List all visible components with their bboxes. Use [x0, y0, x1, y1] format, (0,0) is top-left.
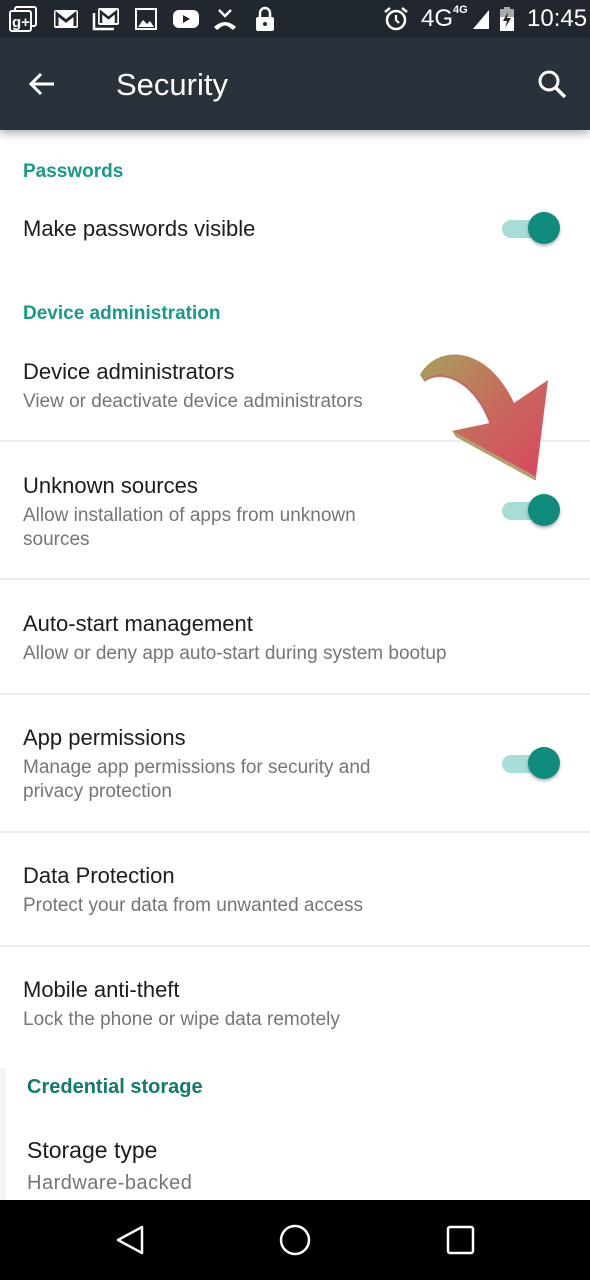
- search-icon: [538, 70, 567, 99]
- gmail-stack-icon: [92, 6, 120, 32]
- network-type-label: 4G4G: [421, 4, 468, 32]
- nav-back-icon: [116, 1225, 144, 1255]
- item-title: Device administrators: [23, 359, 235, 384]
- nav-back-button[interactable]: [112, 1220, 152, 1260]
- setting-auto-start-management[interactable]: Auto-start management Allow or deny app …: [0, 580, 590, 693]
- back-button[interactable]: [26, 68, 58, 100]
- item-subtitle: Hardware-backed: [27, 1172, 193, 1194]
- item-subtitle: Protect your data from unwanted access: [23, 895, 364, 916]
- setting-data-protection[interactable]: Data Protection Protect your data from u…: [0, 833, 590, 946]
- image-icon: [135, 6, 157, 32]
- item-subtitle: View or deactivate device administrators: [23, 391, 363, 412]
- clock: 10:45: [527, 5, 588, 32]
- item-title: Data Protection: [23, 863, 175, 888]
- arrow-back-icon: [28, 72, 54, 96]
- setting-app-permissions[interactable]: App permissions Manage app permissions f…: [0, 695, 590, 831]
- toggle-thumb: [528, 494, 560, 526]
- item-subtitle: Allow or deny app auto-start during syst…: [23, 643, 447, 664]
- lock-icon: [255, 6, 275, 32]
- google-plus-icon: g+: [8, 6, 38, 32]
- make-passwords-visible-toggle[interactable]: [502, 209, 560, 247]
- navigation-bar: [0, 1200, 590, 1280]
- item-title: Make passwords visible: [23, 216, 256, 241]
- nav-recents-icon: [446, 1225, 475, 1255]
- section-header-device-administration: Device administration: [23, 303, 221, 324]
- setting-storage-type[interactable]: Storage type Hardware-backed: [0, 1120, 590, 1200]
- app-permissions-toggle[interactable]: [502, 744, 560, 782]
- toggle-thumb: [528, 212, 560, 244]
- status-bar: g+ 4G4G 10:45: [0, 0, 590, 38]
- setting-make-passwords-visible[interactable]: Make passwords visible: [0, 190, 590, 270]
- youtube-icon: [172, 6, 200, 32]
- section-header-credential-storage: Credential storage: [27, 1076, 203, 1098]
- nav-home-icon: [279, 1224, 311, 1256]
- item-title: App permissions: [23, 725, 186, 750]
- signal-icon: [472, 6, 490, 32]
- nav-recents-button[interactable]: [441, 1220, 481, 1260]
- item-title: Unknown sources: [23, 473, 198, 498]
- svg-text:g+: g+: [12, 14, 30, 31]
- item-title: Storage type: [27, 1137, 158, 1163]
- item-subtitle: Manage app permissions for security and …: [23, 757, 371, 802]
- nav-home-button[interactable]: [275, 1220, 315, 1260]
- alarm-icon: [383, 6, 409, 32]
- unknown-sources-toggle[interactable]: [502, 491, 560, 529]
- settings-list[interactable]: Passwords Make passwords visible Device …: [0, 130, 590, 1200]
- section-header-passwords: Passwords: [23, 161, 124, 182]
- curved-arrow-icon: [416, 345, 552, 481]
- toggle-thumb: [528, 747, 560, 779]
- missed-call-icon: [212, 6, 238, 32]
- item-title: Mobile anti-theft: [23, 977, 180, 1002]
- gmail-icon: [53, 6, 79, 32]
- setting-mobile-anti-theft[interactable]: Mobile anti-theft Lock the phone or wipe…: [0, 947, 590, 1062]
- item-title: Auto-start management: [23, 611, 253, 636]
- search-button[interactable]: [536, 68, 568, 100]
- item-subtitle: Lock the phone or wipe data remotely: [23, 1009, 340, 1030]
- app-toolbar: Security: [0, 38, 590, 130]
- item-subtitle: Allow installation of apps from unknown …: [23, 505, 356, 550]
- battery-charging-icon: [499, 6, 515, 32]
- page-title: Security: [116, 67, 228, 102]
